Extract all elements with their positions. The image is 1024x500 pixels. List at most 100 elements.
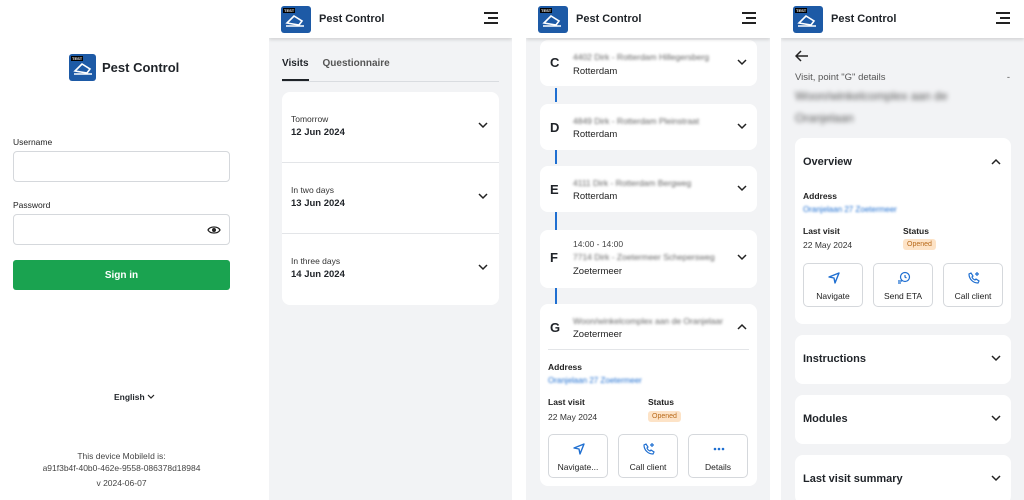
username-label: Username [13, 137, 53, 147]
app-title: Pest Control [576, 13, 642, 25]
language-selector[interactable]: English [0, 392, 269, 402]
menu-icon[interactable] [742, 12, 756, 24]
status-label: Status [648, 397, 674, 407]
route-connector [555, 212, 557, 230]
overview-section: Overview Address Oranjelaan 27 Zoetermee… [795, 138, 1011, 324]
route-stop-expanded[interactable]: G Woon/winkelcomplex aan de Oranjelaan Z… [540, 304, 757, 486]
device-text: This device MobileId is: [77, 451, 166, 461]
app-header: TEST Pest Control [269, 0, 512, 38]
day-date: 14 Jun 2024 [291, 269, 345, 280]
stop-city: Rotterdam [573, 66, 618, 77]
navigation-arrow-icon [828, 272, 840, 284]
stop-city: Zoetermeer [573, 266, 623, 277]
address-link[interactable]: Oranjelaan 27 Zoetermeer [548, 376, 642, 385]
route-stop[interactable]: E 4111 Dirk - Rotterdam Bergweg Rotterda… [540, 166, 757, 212]
overview-heading[interactable]: Overview [803, 156, 852, 168]
day-item[interactable]: Tomorrow 12 Jun 2024 [282, 92, 499, 163]
username-input[interactable] [13, 151, 230, 182]
tab-bar: Visits Questionnaire [282, 58, 499, 82]
stop-address: 4402 Dirk - Rotterdam Hillegersberg [573, 52, 710, 62]
route-stop[interactable]: D 4849 Dirk - Rotterdam Pleinstraat Rott… [540, 104, 757, 150]
status-badge: Opened [903, 239, 936, 250]
call-client-button[interactable]: Call client [618, 434, 678, 478]
sign-in-button[interactable]: Sign in [13, 260, 230, 290]
chevron-up-icon[interactable] [737, 323, 747, 330]
back-arrow-icon[interactable] [795, 50, 809, 62]
menu-icon[interactable] [996, 12, 1010, 24]
chevron-down-icon [737, 59, 747, 66]
app-title: Pest Control [831, 13, 897, 25]
day-item[interactable]: In two days 13 Jun 2024 [282, 163, 499, 234]
day-relative: Tomorrow [291, 114, 329, 124]
modules-section[interactable]: Modules [795, 395, 1011, 444]
details-label: Details [705, 462, 731, 472]
app-title: Pest Control [102, 60, 180, 75]
last-visit-value: 22 May 2024 [803, 240, 853, 250]
stop-letter: D [550, 120, 560, 135]
chevron-down-icon [991, 415, 1001, 422]
navigate-button[interactable]: Navigate [803, 263, 863, 307]
chevron-up-icon[interactable] [991, 158, 1001, 165]
password-input[interactable] [13, 214, 230, 245]
instructions-section[interactable]: Instructions [795, 335, 1011, 384]
last-visit-summary-section[interactable]: Last visit summary [795, 455, 1011, 500]
tab-questionnaire[interactable]: Questionnaire [323, 58, 390, 81]
stop-city: Rotterdam [573, 191, 618, 202]
instructions-heading: Instructions [803, 353, 866, 365]
address-link[interactable]: Oranjelaan 27 Zoetermeer [803, 205, 897, 214]
last-visit-value: 22 May 2024 [548, 412, 598, 422]
details-title: Woon/winkelcomplex aan de Oranjelaan [795, 89, 948, 125]
status-badge: Opened [648, 411, 681, 422]
app-header: TEST Pest Control [526, 0, 770, 38]
stop-city: Zoetermeer [573, 329, 623, 340]
device-id: a91f3b4f-40b0-462e-9558-086378d18984 [42, 463, 201, 473]
chevron-down-icon [737, 123, 747, 130]
call-client-button[interactable]: Call client [943, 263, 1003, 307]
last-visit-label: Last visit [803, 226, 840, 236]
stop-address: 4849 Dirk - Rotterdam Pleinstraat [573, 116, 700, 126]
app-title: Pest Control [319, 13, 385, 25]
stop-address: 7714 Dirk - Zoetermeer Schepersweg [573, 252, 715, 262]
route-connector [555, 288, 557, 304]
address-label: Address [803, 191, 838, 201]
day-list: Tomorrow 12 Jun 2024 In two days 13 Jun … [282, 92, 499, 305]
day-date: 13 Jun 2024 [291, 198, 345, 209]
chevron-down-icon [737, 254, 747, 261]
navigate-label: Navigate [816, 291, 850, 301]
navigate-button[interactable]: Navigate... [548, 434, 608, 478]
eye-icon[interactable] [207, 224, 221, 236]
chevron-down-icon [991, 475, 1001, 482]
chevron-down-icon [147, 394, 155, 399]
password-label: Password [13, 200, 51, 210]
phone-add-icon [968, 272, 980, 284]
day-item[interactable]: In three days 14 Jun 2024 [282, 234, 499, 305]
route-stop[interactable]: C 4402 Dirk - Rotterdam Hillegersberg Ro… [540, 40, 757, 86]
send-eta-button[interactable]: Send ETA [873, 263, 933, 307]
more-dots-icon [713, 447, 725, 451]
app-version: v 2024-06-07 [96, 478, 147, 488]
details-button[interactable]: Details [688, 434, 748, 478]
stop-address: 4111 Dirk - Rotterdam Bergweg [573, 178, 692, 188]
app-logo-icon: TEST [793, 5, 823, 33]
app-logo-icon: TEST [538, 5, 568, 33]
status-label: Status [903, 226, 929, 236]
send-eta-label: Send ETA [883, 291, 923, 301]
day-relative: In two days [291, 185, 334, 195]
stop-time: 14:00 - 14:00 [573, 239, 624, 249]
app-header: TEST Pest Control [781, 0, 1024, 38]
menu-icon[interactable] [484, 12, 498, 24]
app-logo-icon: TEST [69, 54, 96, 81]
call-client-label: Call client [954, 291, 992, 301]
navigation-arrow-icon [573, 443, 585, 455]
tab-visits[interactable]: Visits [282, 58, 309, 81]
route-connector [555, 150, 557, 164]
call-client-label: Call client [629, 462, 667, 472]
route-stop[interactable]: F 14:00 - 14:00 7714 Dirk - Zoetermeer S… [540, 230, 757, 288]
modules-heading: Modules [803, 413, 848, 425]
route-connector [555, 88, 557, 102]
stop-city: Rotterdam [573, 129, 618, 140]
app-logo-icon: TEST [281, 5, 311, 33]
details-dash: - [1006, 72, 1010, 83]
stop-letter: C [550, 55, 560, 70]
chevron-down-icon [478, 193, 488, 200]
